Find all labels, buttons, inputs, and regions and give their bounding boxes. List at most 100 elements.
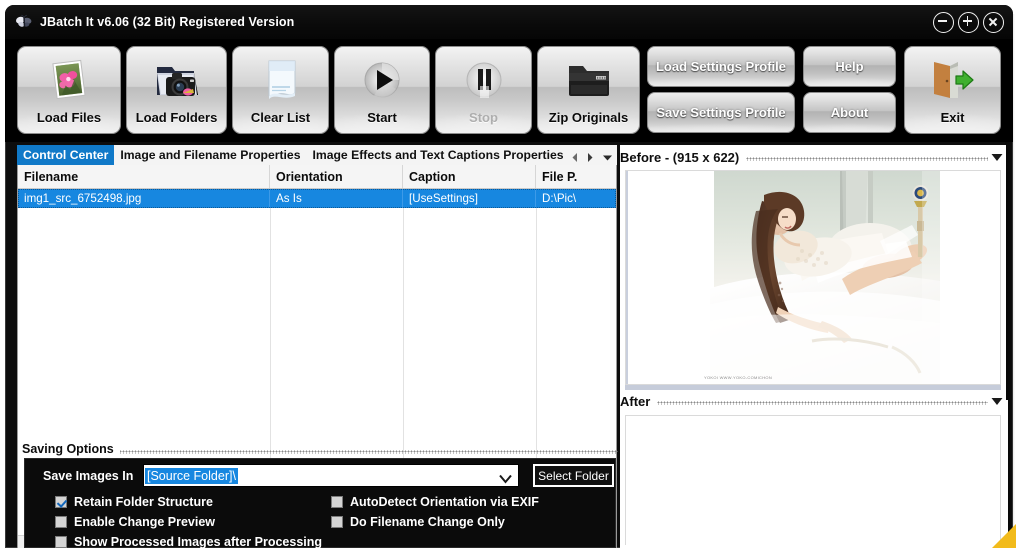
window-controls: [933, 12, 1004, 33]
window-edge-left: [0, 0, 5, 548]
column-header-file-path-label: File P.: [542, 169, 578, 184]
chevron-down-icon[interactable]: [602, 150, 612, 161]
maximize-icon[interactable]: [958, 12, 979, 33]
load-settings-profile-button[interactable]: Load Settings Profile: [647, 46, 795, 87]
play-icon: [334, 54, 430, 106]
saving-options-divider: [110, 450, 618, 454]
tab-image-filename-properties[interactable]: Image and Filename Properties: [114, 145, 306, 165]
load-folders-button[interactable]: Load Folders: [126, 46, 227, 134]
save-settings-profile-label: Save Settings Profile: [656, 105, 786, 120]
load-folders-label: Load Folders: [135, 110, 218, 125]
title-bar[interactable]: JBatch It v6.06 (32 Bit) Registered Vers…: [5, 5, 1013, 39]
load-files-button[interactable]: Load Files: [17, 46, 121, 134]
minimize-icon[interactable]: [933, 12, 954, 33]
tab-image-effects-captions[interactable]: Image Effects and Text Captions Properti…: [306, 145, 569, 165]
before-section-header[interactable]: Before - (915 x 622): [620, 145, 1006, 170]
tab-control-center[interactable]: Control Center: [17, 145, 115, 165]
clear-list-button[interactable]: Clear List: [232, 46, 329, 134]
before-image-preview[interactable]: YOKOI WWW.YOKO-COMICHON: [625, 170, 1001, 385]
checkbox-retain-folder-structure[interactable]: Retain Folder Structure: [55, 495, 213, 509]
after-title: After: [620, 394, 657, 409]
chevron-left-icon[interactable]: [570, 150, 579, 162]
save-folder-value: [Source Folder]\: [145, 467, 238, 484]
saving-options-title: Saving Options: [22, 442, 120, 456]
before-title-label: Before: [620, 150, 662, 165]
table-header-row: Filename Orientation Caption File P.: [18, 165, 616, 189]
checkbox-autodetect-orientation-exif[interactable]: AutoDetect Orientation via EXIF: [331, 495, 539, 509]
image-watermark: YOKOI WWW.YOKO-COMICHON: [704, 375, 773, 380]
application-window: JBatch It v6.06 (32 Bit) Registered Vers…: [0, 0, 1023, 548]
after-title-label: After: [620, 394, 651, 409]
tab-image-effects-captions-label: Image Effects and Text Captions Properti…: [312, 148, 564, 162]
column-header-filename-label: Filename: [24, 169, 79, 184]
checkbox-box[interactable]: [55, 496, 67, 508]
select-folder-label: Select Folder: [538, 468, 609, 483]
table-row[interactable]: img1_src_6752498.jpg As Is [UseSettings]…: [18, 189, 616, 208]
column-header-orientation[interactable]: Orientation: [270, 165, 403, 188]
close-icon[interactable]: [983, 12, 1004, 33]
about-label: About: [830, 105, 869, 120]
clear-list-label: Clear List: [250, 110, 311, 125]
checkbox-autodetect-orientation-exif-label: AutoDetect Orientation via EXIF: [350, 495, 539, 509]
zip-folder-icon: [537, 54, 640, 106]
column-header-caption[interactable]: Caption: [403, 165, 536, 188]
exit-button[interactable]: Exit: [904, 46, 1001, 134]
chevron-down-icon[interactable]: [988, 393, 1006, 411]
save-images-in-label: Save Images In: [43, 469, 134, 483]
chevron-right-icon[interactable]: [586, 150, 595, 162]
window-title: JBatch It v6.06 (32 Bit) Registered Vers…: [40, 15, 295, 29]
after-image-preview[interactable]: [625, 415, 1001, 545]
main-toolbar: Load Files Load Folders Clear List Start…: [5, 39, 1013, 142]
checkbox-do-filename-change-only[interactable]: Do Filename Change Only: [331, 515, 505, 529]
column-header-file-path[interactable]: File P.: [536, 165, 616, 188]
folder-camera-icon: [126, 54, 227, 106]
select-folder-button[interactable]: Select Folder: [533, 464, 614, 487]
save-settings-profile-button[interactable]: Save Settings Profile: [647, 92, 795, 133]
checkbox-show-processed-images[interactable]: Show Processed Images after Processing: [55, 535, 322, 548]
help-button[interactable]: Help: [803, 46, 896, 87]
paper-sheet-icon: [232, 54, 329, 106]
about-button[interactable]: About: [803, 92, 896, 133]
window-resize-handle[interactable]: [992, 522, 1018, 548]
checkbox-enable-change-preview-label: Enable Change Preview: [74, 515, 216, 529]
cell-caption: [UseSettings]: [403, 189, 536, 208]
checkbox-retain-folder-structure-label: Retain Folder Structure: [74, 495, 213, 509]
column-header-orientation-label: Orientation: [276, 169, 343, 184]
checkbox-box[interactable]: [55, 516, 67, 528]
column-header-filename[interactable]: Filename: [18, 165, 270, 188]
before-dimensions: - (915 x 622): [664, 150, 740, 165]
load-settings-profile-label: Load Settings Profile: [655, 59, 786, 74]
load-files-label: Load Files: [36, 110, 102, 125]
checkbox-box[interactable]: [55, 536, 67, 548]
tab-image-filename-properties-label: Image and Filename Properties: [120, 148, 301, 162]
after-section-header[interactable]: After: [620, 389, 1006, 414]
pause-icon: [435, 54, 532, 106]
window-edge-right: [1016, 0, 1023, 548]
save-folder-combobox[interactable]: [Source Folder]\: [143, 464, 519, 487]
tab-navigation: [570, 145, 615, 165]
exit-label: Exit: [940, 110, 965, 125]
exit-door-icon: [904, 54, 1001, 106]
stop-label: Stop: [469, 110, 498, 125]
stop-button[interactable]: Stop: [435, 46, 532, 134]
saving-options-panel: Save Images In [Source Folder]\ Select F…: [24, 458, 616, 548]
before-title: Before - (915 x 622): [620, 150, 746, 165]
photo-flower-icon: [17, 54, 121, 106]
checkbox-box[interactable]: [331, 496, 343, 508]
cell-filename: img1_src_6752498.jpg: [18, 189, 270, 208]
tab-strip: Control Center Image and Filename Proper…: [17, 145, 617, 167]
after-divider-dots: [657, 400, 988, 405]
zip-originals-label: Zip Originals: [548, 110, 629, 125]
zip-originals-button[interactable]: Zip Originals: [537, 46, 640, 134]
preview-image: [692, 171, 940, 384]
butterfly-icon: [15, 13, 33, 31]
chevron-down-icon[interactable]: [988, 149, 1006, 167]
before-divider-dots: [746, 156, 988, 161]
checkbox-box[interactable]: [331, 516, 343, 528]
checkbox-do-filename-change-only-label: Do Filename Change Only: [350, 515, 505, 529]
chevron-down-icon[interactable]: [499, 471, 512, 489]
start-button[interactable]: Start: [334, 46, 430, 134]
checkbox-enable-change-preview[interactable]: Enable Change Preview: [55, 515, 215, 529]
start-label: Start: [367, 110, 397, 125]
cell-file-path: D:\Pic\: [542, 192, 577, 205]
